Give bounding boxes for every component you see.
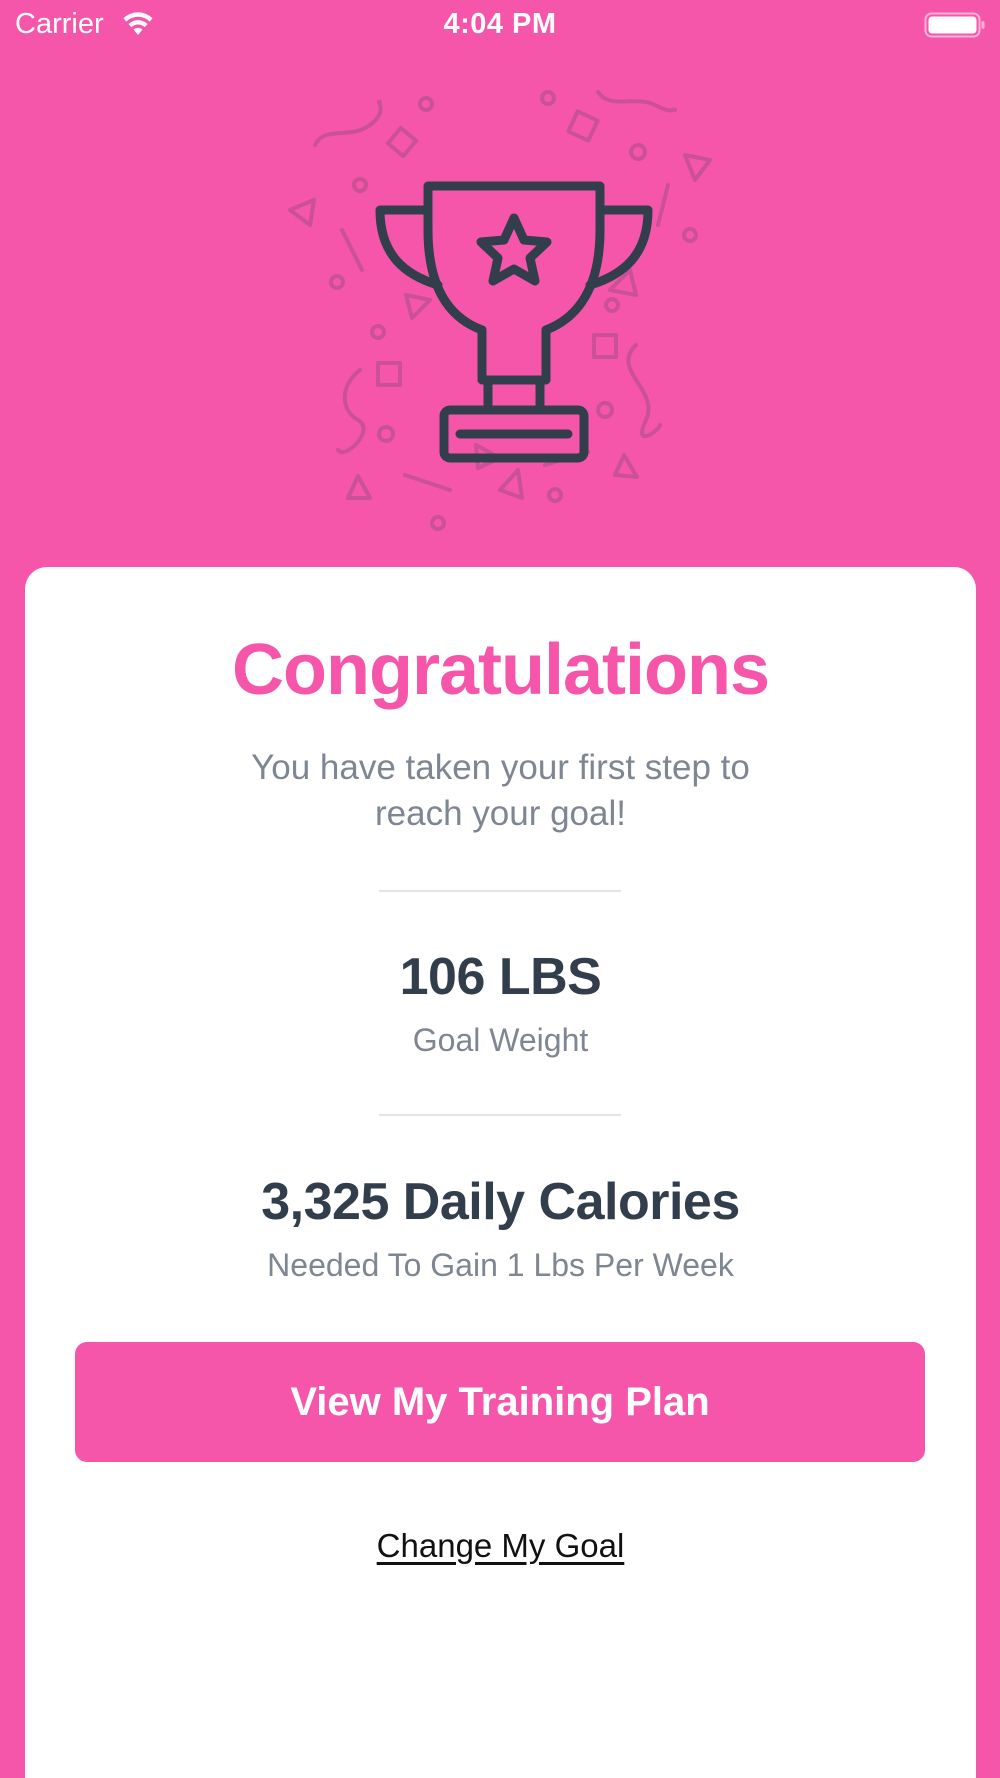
status-time: 4:04 PM — [443, 8, 557, 40]
daily-calories-value: 3,325 Daily Calories — [261, 1173, 740, 1231]
subtitle-line-1: You have taken your first step to — [251, 748, 750, 787]
view-training-plan-button[interactable]: View My Training Plan — [75, 1342, 925, 1462]
daily-calories-label: Needed To Gain 1 Lbs Per Week — [267, 1247, 734, 1283]
status-bar: Carrier 4:04 PM — [0, 0, 1000, 50]
congratulations-title: Congratulations — [232, 630, 770, 710]
battery-icon — [924, 12, 985, 38]
change-goal-link[interactable]: Change My Goal — [25, 1527, 976, 1565]
divider — [379, 1114, 621, 1116]
goal-weight-label: Goal Weight — [412, 1022, 589, 1058]
goal-summary-card: Congratulations You have taken your firs… — [25, 567, 976, 1778]
divider — [379, 890, 621, 892]
confetti-decoration — [288, 90, 712, 531]
trophy-illustration — [288, 90, 712, 531]
goal-weight-value: 106 LBS — [399, 948, 602, 1006]
congratulations-subtitle: You have taken your first step to reach … — [25, 745, 976, 837]
subtitle-line-2: reach your goal! — [375, 794, 626, 833]
